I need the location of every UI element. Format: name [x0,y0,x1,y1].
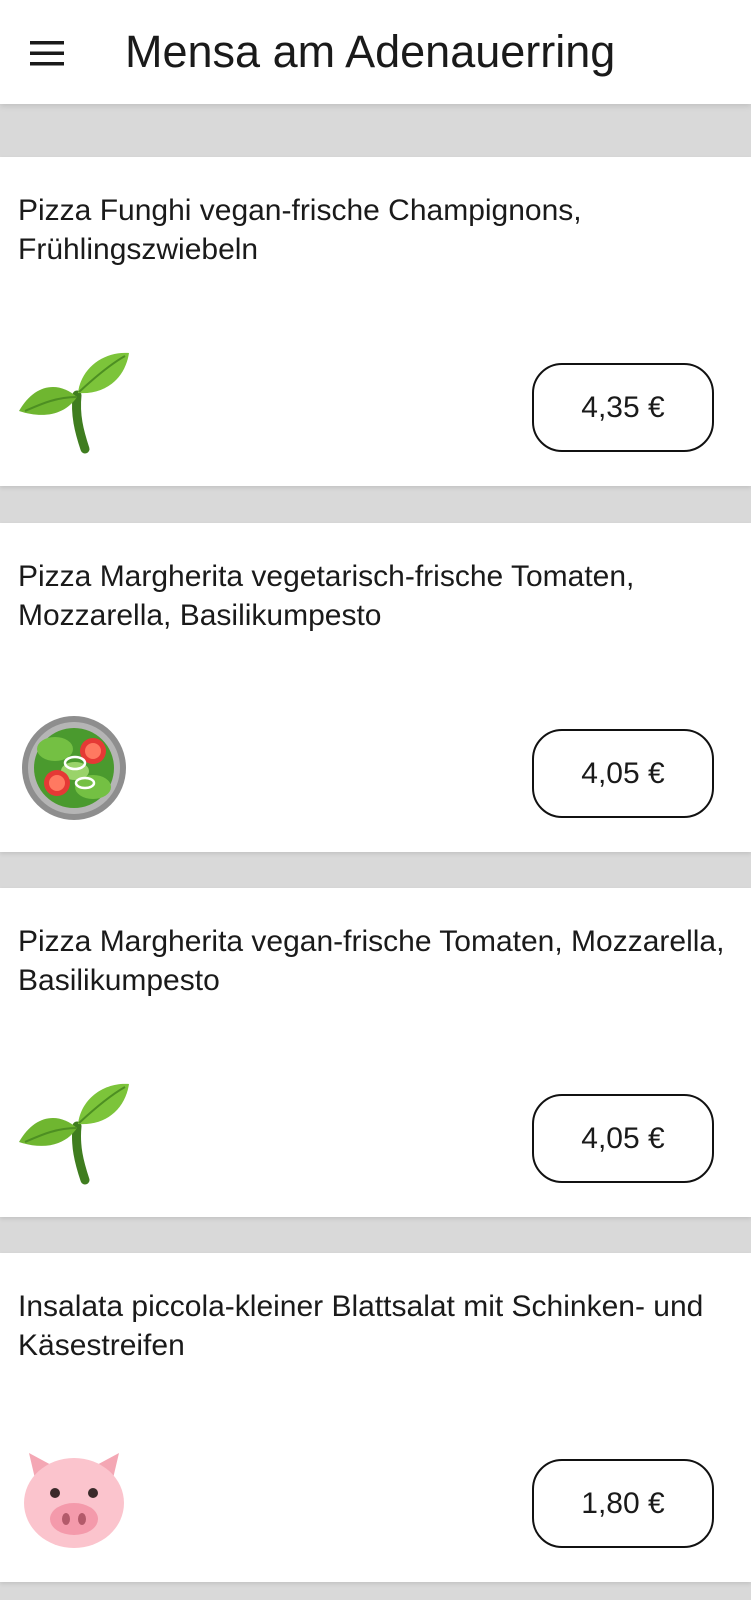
price-button[interactable]: 4,35 € [532,363,714,452]
seedling-icon [15,345,133,455]
salad-icon [15,711,133,821]
meal-card[interactable]: Pizza Funghi vegan-frische Champignons, … [0,157,751,486]
meal-name: Pizza Funghi vegan-frische Champignons, … [18,194,582,266]
price-button[interactable]: 4,05 € [532,729,714,818]
meal-card[interactable]: Insalata piccola-kleiner Blattsalat mit … [0,1253,751,1582]
pig-face-icon [15,1441,133,1551]
meal-name: Pizza Margherita vegetarisch-frische Tom… [18,560,635,632]
meal-card[interactable]: Pizza Margherita vegan-frische Tomaten, … [0,888,751,1217]
meal-name: Insalata piccola-kleiner Blattsalat mit … [18,1290,704,1362]
price-button[interactable]: 4,05 € [532,1094,714,1183]
price-button[interactable]: 1,80 € [532,1459,714,1548]
meal-card[interactable]: Pizza Margherita vegetarisch-frische Tom… [0,523,751,852]
page-title: Mensa am Adenauerring [125,26,616,77]
hamburger-menu-icon[interactable] [16,30,78,76]
seedling-icon [15,1076,133,1186]
meal-name: Pizza Margherita vegan-frische Tomaten, … [18,925,725,997]
app-bar: Mensa am Adenauerring [0,0,751,104]
